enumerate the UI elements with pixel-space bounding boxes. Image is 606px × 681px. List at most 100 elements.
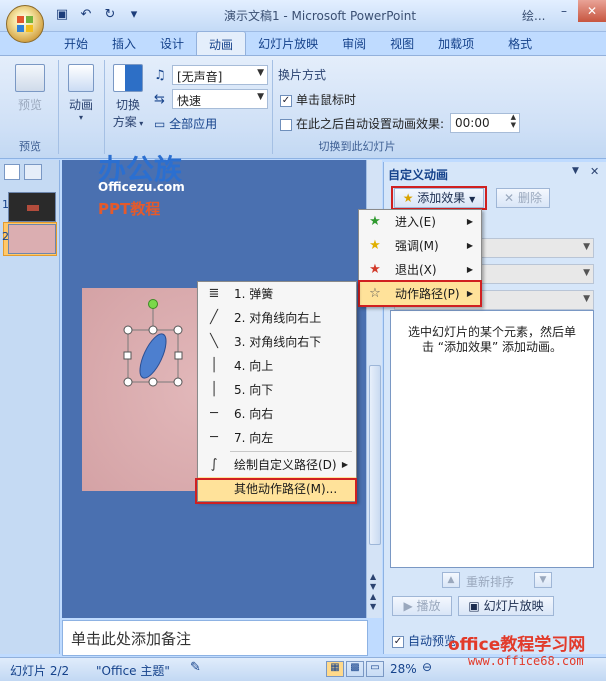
highlight-more-paths — [195, 478, 357, 504]
menu-item-label: 退出(X) — [395, 263, 437, 277]
delete-button[interactable]: ✕ 删除 — [496, 188, 550, 208]
transition-label-1: 切换 — [115, 98, 140, 112]
highlight-add-effect — [391, 186, 487, 210]
apply-all-label: 全部应用 — [169, 117, 218, 131]
menu-item-label: 进入(E) — [395, 215, 436, 229]
undo-icon[interactable]: ↶ — [76, 6, 96, 24]
transition-group-label: 切换到此幻灯片 — [318, 140, 396, 153]
auto-after-label: 在此之后自动设置动画效果: — [296, 117, 445, 131]
zoom-out-icon[interactable]: ⊖ — [422, 660, 432, 674]
slide-thumbnail-1[interactable] — [8, 192, 56, 222]
play-button[interactable]: ▶ 播放 — [392, 596, 452, 616]
delete-icon: ✕ — [504, 191, 515, 205]
path-item-right[interactable]: ─ 6. 向右 — [198, 402, 356, 426]
path-item-diag-down[interactable]: ╲ 3. 对角线向右下 — [198, 330, 356, 354]
move-down-icon[interactable]: ▼ — [534, 572, 552, 588]
sound-combo[interactable]: [无声音] ▼ — [172, 65, 268, 85]
office-button[interactable] — [6, 5, 44, 43]
auto-after-checkbox[interactable] — [280, 118, 292, 131]
auto-time-spinner[interactable]: 00:00 ▲ ▼ — [450, 113, 520, 133]
close-button[interactable]: ✕ — [578, 0, 606, 22]
customize-qat-icon[interactable]: ▾ — [124, 6, 144, 24]
horizontal-icon: ─ — [210, 430, 218, 445]
outline-tab-icon[interactable] — [24, 164, 42, 180]
menu-item-label: 绘制自定义路径(D) — [234, 458, 337, 472]
ribbon-tabs: 开始 插入 设计 动画 幻灯片放映 审阅 视图 加载项 格式 — [52, 31, 544, 55]
minimize-button[interactable]: – — [550, 0, 578, 22]
tab-home[interactable]: 开始 — [52, 31, 100, 55]
panel-tabs — [4, 164, 56, 182]
menu-item-emphasis[interactable]: ★ 强调(M) ▶ — [359, 234, 481, 258]
speed-combo[interactable]: 快速 ▼ — [172, 89, 268, 109]
motion-path-menu: ≣ 1. 弹簧 ╱ 2. 对角线向右上 ╲ 3. 对角线向右下 │ 4. 向上 │ 5. … — [197, 281, 357, 502]
transition-scheme-button[interactable]: 切换 方案 ▾ — [108, 64, 148, 130]
menu-item-entrance[interactable]: ★ 进入(E) ▶ — [359, 210, 481, 234]
quick-access-toolbar: ▣ ↶ ↻ ▾ — [52, 6, 144, 26]
slideshow-icon: ▣ — [468, 599, 480, 613]
on-click-label: 单击鼠标时 — [296, 93, 357, 107]
selected-oval-shape[interactable] — [120, 296, 190, 396]
animation-list[interactable]: 选中幻灯片的某个元素，然后单击 “添加效果” 添加动画。 — [390, 310, 594, 568]
preview-icon — [15, 64, 45, 92]
slides-tab-icon[interactable] — [4, 164, 20, 180]
autopreview-option[interactable]: ✓ 自动预览 — [392, 632, 456, 649]
menu-item-label: 6. 向右 — [234, 407, 274, 421]
vertical-icon: │ — [210, 382, 218, 397]
path-item-up[interactable]: │ 4. 向上 — [198, 354, 356, 378]
bottom-watermark-url: www.office68.com — [468, 654, 584, 668]
scroll-arrows[interactable]: ▲ ▼ ▲ ▼ — [370, 572, 376, 612]
on-click-checkbox[interactable]: ✓ — [280, 94, 292, 107]
autopreview-checkbox[interactable]: ✓ — [392, 635, 404, 648]
delete-label: 删除 — [517, 191, 542, 205]
empty-list-message: 选中幻灯片的某个元素，然后单击 “添加效果” 添加动画。 — [407, 325, 576, 354]
tab-design[interactable]: 设计 — [148, 31, 196, 55]
reorder-control: ▲ 重新排序 ▼ — [442, 572, 552, 590]
task-pane-title: 自定义动画 — [388, 168, 449, 182]
menu-item-label: 3. 对角线向右下 — [234, 335, 322, 349]
tab-review[interactable]: 审阅 — [330, 31, 378, 55]
normal-view-icon[interactable]: ▦ — [326, 661, 344, 677]
tab-slideshow[interactable]: 幻灯片放映 — [246, 31, 330, 55]
watermark-url: Officezu.com — [98, 180, 185, 194]
scrollbar-thumb[interactable] — [369, 365, 381, 545]
path-item-custom[interactable]: ∫ 绘制自定义路径(D) ▶ — [198, 453, 356, 477]
window-title: 演示文稿1 - Microsoft PowerPoint — [223, 9, 417, 23]
sorter-view-icon[interactable]: ▩ — [346, 661, 364, 677]
slideshow-view-icon[interactable]: ▭ — [366, 661, 384, 677]
path-item-left[interactable]: ─ 7. 向左 — [198, 426, 356, 450]
view-buttons: ▦ ▩ ▭ — [326, 661, 384, 677]
tab-animation[interactable]: 动画 — [196, 31, 247, 55]
apply-all-button[interactable]: ▭ 全部应用 — [154, 115, 217, 132]
menu-item-label: 4. 向上 — [234, 359, 274, 373]
star-yellow-icon: ★ — [369, 238, 381, 253]
tab-insert[interactable]: 插入 — [100, 31, 148, 55]
transition-icon — [113, 64, 143, 92]
slideshow-button[interactable]: ▣ 幻灯片放映 — [458, 596, 554, 616]
on-click-option[interactable]: ✓ 单击鼠标时 — [280, 91, 356, 108]
preview-label: 预览 — [17, 98, 42, 112]
animation-button[interactable]: 动画 ▾ — [62, 64, 100, 122]
auto-after-option[interactable]: 在此之后自动设置动画效果: — [280, 115, 444, 132]
redo-icon[interactable]: ↻ — [100, 6, 120, 24]
path-item-down[interactable]: │ 5. 向下 — [198, 378, 356, 402]
slide-thumbnail-2[interactable] — [8, 224, 56, 254]
preview-button[interactable]: 预览 — [8, 64, 52, 113]
tab-view[interactable]: 视图 — [378, 31, 426, 55]
freeform-icon: ∫ — [210, 457, 218, 472]
save-icon[interactable]: ▣ — [52, 6, 72, 24]
path-item-diag-up[interactable]: ╱ 2. 对角线向右上 — [198, 306, 356, 330]
watermark-ppt: PPT教程 — [98, 200, 161, 218]
sound-value: [无声音] — [177, 70, 223, 84]
path-item-spring[interactable]: ≣ 1. 弹簧 — [198, 282, 356, 306]
notes-pane[interactable]: 单击此处添加备注 — [62, 620, 368, 656]
task-pane-close-icon[interactable]: ✕ — [590, 165, 599, 178]
menu-item-exit[interactable]: ★ 退出(X) ▶ — [359, 258, 481, 282]
transition-label-2: 方案 — [112, 115, 137, 129]
spellcheck-icon[interactable]: ✎ — [190, 660, 201, 675]
menu-item-label: 强调(M) — [395, 239, 439, 253]
tab-addins[interactable]: 加载项 — [426, 31, 486, 55]
task-pane-menu-icon[interactable]: ▼ — [572, 166, 579, 176]
tab-format[interactable]: 格式 — [496, 31, 544, 55]
menu-item-label: 7. 向左 — [234, 431, 274, 445]
move-up-icon[interactable]: ▲ — [442, 572, 460, 588]
